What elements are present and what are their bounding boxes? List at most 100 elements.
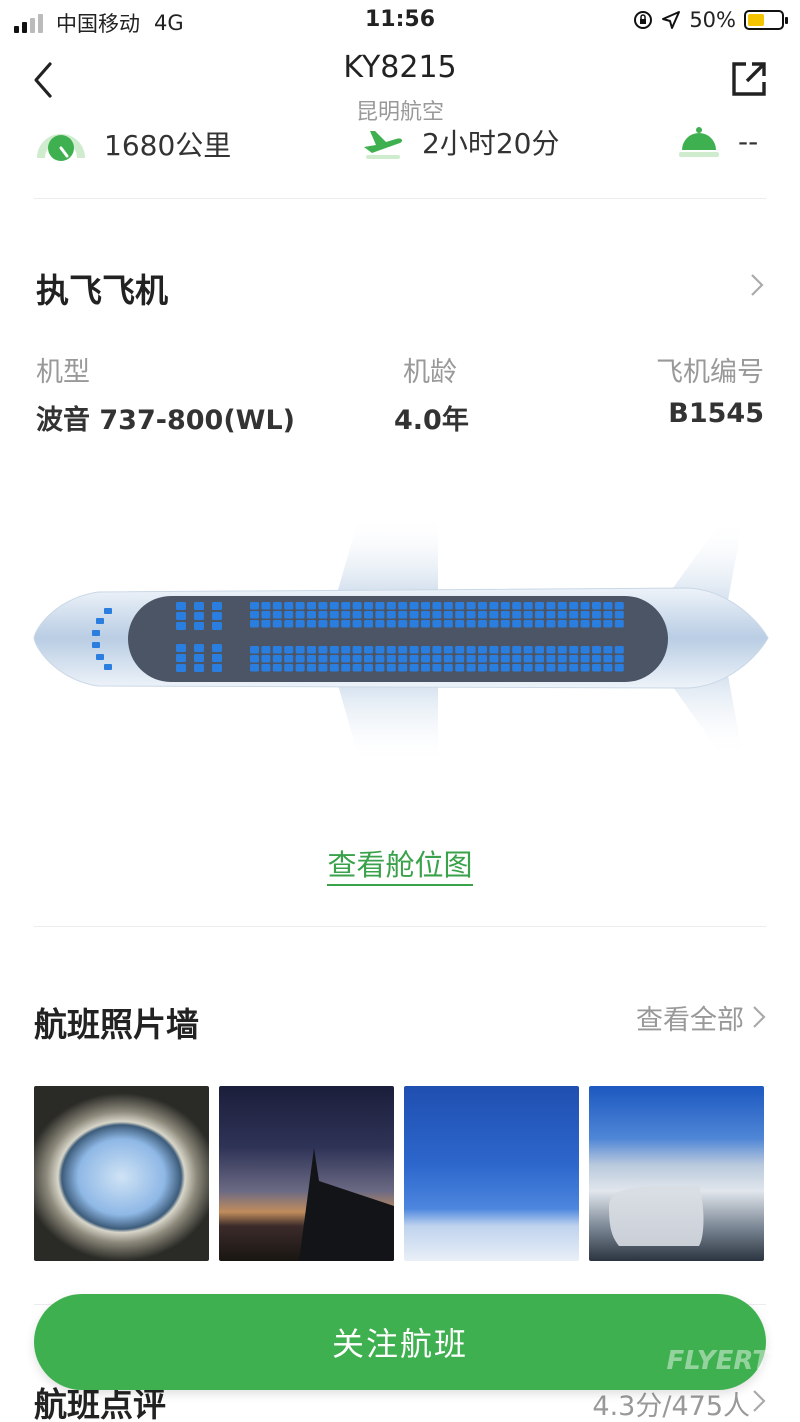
seat [284, 620, 294, 628]
seat [194, 622, 204, 630]
seat-map-link[interactable]: 查看舱位图 [0, 842, 800, 886]
seat [194, 602, 204, 610]
seat [421, 602, 430, 610]
seat [500, 611, 510, 619]
share-icon[interactable] [730, 60, 768, 98]
seat [512, 646, 522, 654]
battery-percent: 50% [689, 8, 736, 32]
seat [489, 620, 499, 628]
seat [432, 655, 442, 663]
model-value: 波音 737-800(WL) [36, 405, 295, 436]
chevron-right-icon[interactable] [752, 1389, 766, 1413]
seat [478, 655, 487, 663]
seat-map-link-text[interactable]: 查看舱位图 [327, 848, 473, 886]
seat [386, 620, 396, 628]
seat [546, 646, 556, 654]
seat [272, 664, 282, 672]
duration-value: 2小时20分 [422, 127, 560, 160]
registration-label: 飞机编号 [656, 357, 764, 388]
seat [523, 620, 533, 628]
seat [512, 602, 522, 610]
seat [455, 620, 465, 628]
seat [603, 602, 613, 610]
seat [557, 620, 567, 628]
seat [614, 611, 624, 619]
photo-blue-sky-clouds[interactable] [404, 1086, 579, 1261]
seat [212, 612, 222, 620]
seat [176, 644, 186, 652]
seat [443, 620, 453, 628]
seat [284, 664, 294, 672]
seat [409, 611, 419, 619]
seat [523, 602, 533, 610]
seat [250, 655, 259, 663]
age-value: 4.0年 [394, 405, 469, 436]
seat [352, 611, 362, 619]
seat [557, 602, 567, 610]
seat [432, 611, 442, 619]
seat [580, 664, 590, 672]
chevron-right-icon[interactable] [750, 273, 764, 297]
seat [272, 655, 282, 663]
seat [478, 620, 487, 628]
seat [212, 602, 222, 610]
seat [284, 655, 294, 663]
seat [523, 664, 533, 672]
seat [478, 664, 487, 672]
seat [272, 611, 282, 619]
seat [614, 646, 624, 654]
seat [557, 664, 567, 672]
seat [535, 646, 544, 654]
seat [318, 620, 328, 628]
seat [307, 664, 316, 672]
seat [546, 620, 556, 628]
seat [307, 602, 316, 610]
seat [318, 611, 328, 619]
seat [432, 602, 442, 610]
seat [261, 646, 271, 654]
seat [398, 646, 408, 654]
seat [592, 655, 601, 663]
seat [443, 646, 453, 654]
seat [375, 655, 385, 663]
seat [194, 664, 204, 672]
seat [580, 646, 590, 654]
follow-flight-button[interactable]: 关注航班 [34, 1294, 766, 1390]
seat [500, 655, 510, 663]
orientation-lock-icon [634, 11, 653, 29]
seat [478, 646, 487, 654]
seat [212, 644, 222, 652]
photo-window-view[interactable] [34, 1086, 209, 1261]
seat [489, 664, 499, 672]
seat [523, 646, 533, 654]
seat [580, 655, 590, 663]
seat [535, 611, 544, 619]
photo-sunset-wing[interactable] [219, 1086, 394, 1261]
seat [466, 620, 476, 628]
seat [603, 655, 613, 663]
status-bar: 中国移动 4G 11:56 50% [0, 0, 800, 40]
aircraft-section-title[interactable]: 执飞飞机 [36, 264, 168, 312]
seat [466, 646, 476, 654]
seat [614, 664, 624, 672]
seat [307, 646, 316, 654]
seat [409, 664, 419, 672]
seat [614, 655, 624, 663]
seat [603, 646, 613, 654]
seat [500, 602, 510, 610]
view-all-link[interactable]: 查看全部 [636, 998, 744, 1037]
seat [341, 602, 351, 610]
seat [318, 602, 328, 610]
nav-header: KY8215 昆明航空 [0, 44, 800, 125]
seat [546, 611, 556, 619]
seat [284, 602, 294, 610]
chevron-right-icon[interactable] [752, 1005, 766, 1029]
photo-engine-clouds[interactable] [589, 1086, 764, 1261]
seat [272, 620, 282, 628]
seat [500, 620, 510, 628]
seat [284, 611, 294, 619]
seat [261, 655, 271, 663]
seat [295, 611, 305, 619]
seat [250, 664, 259, 672]
seat [535, 620, 544, 628]
